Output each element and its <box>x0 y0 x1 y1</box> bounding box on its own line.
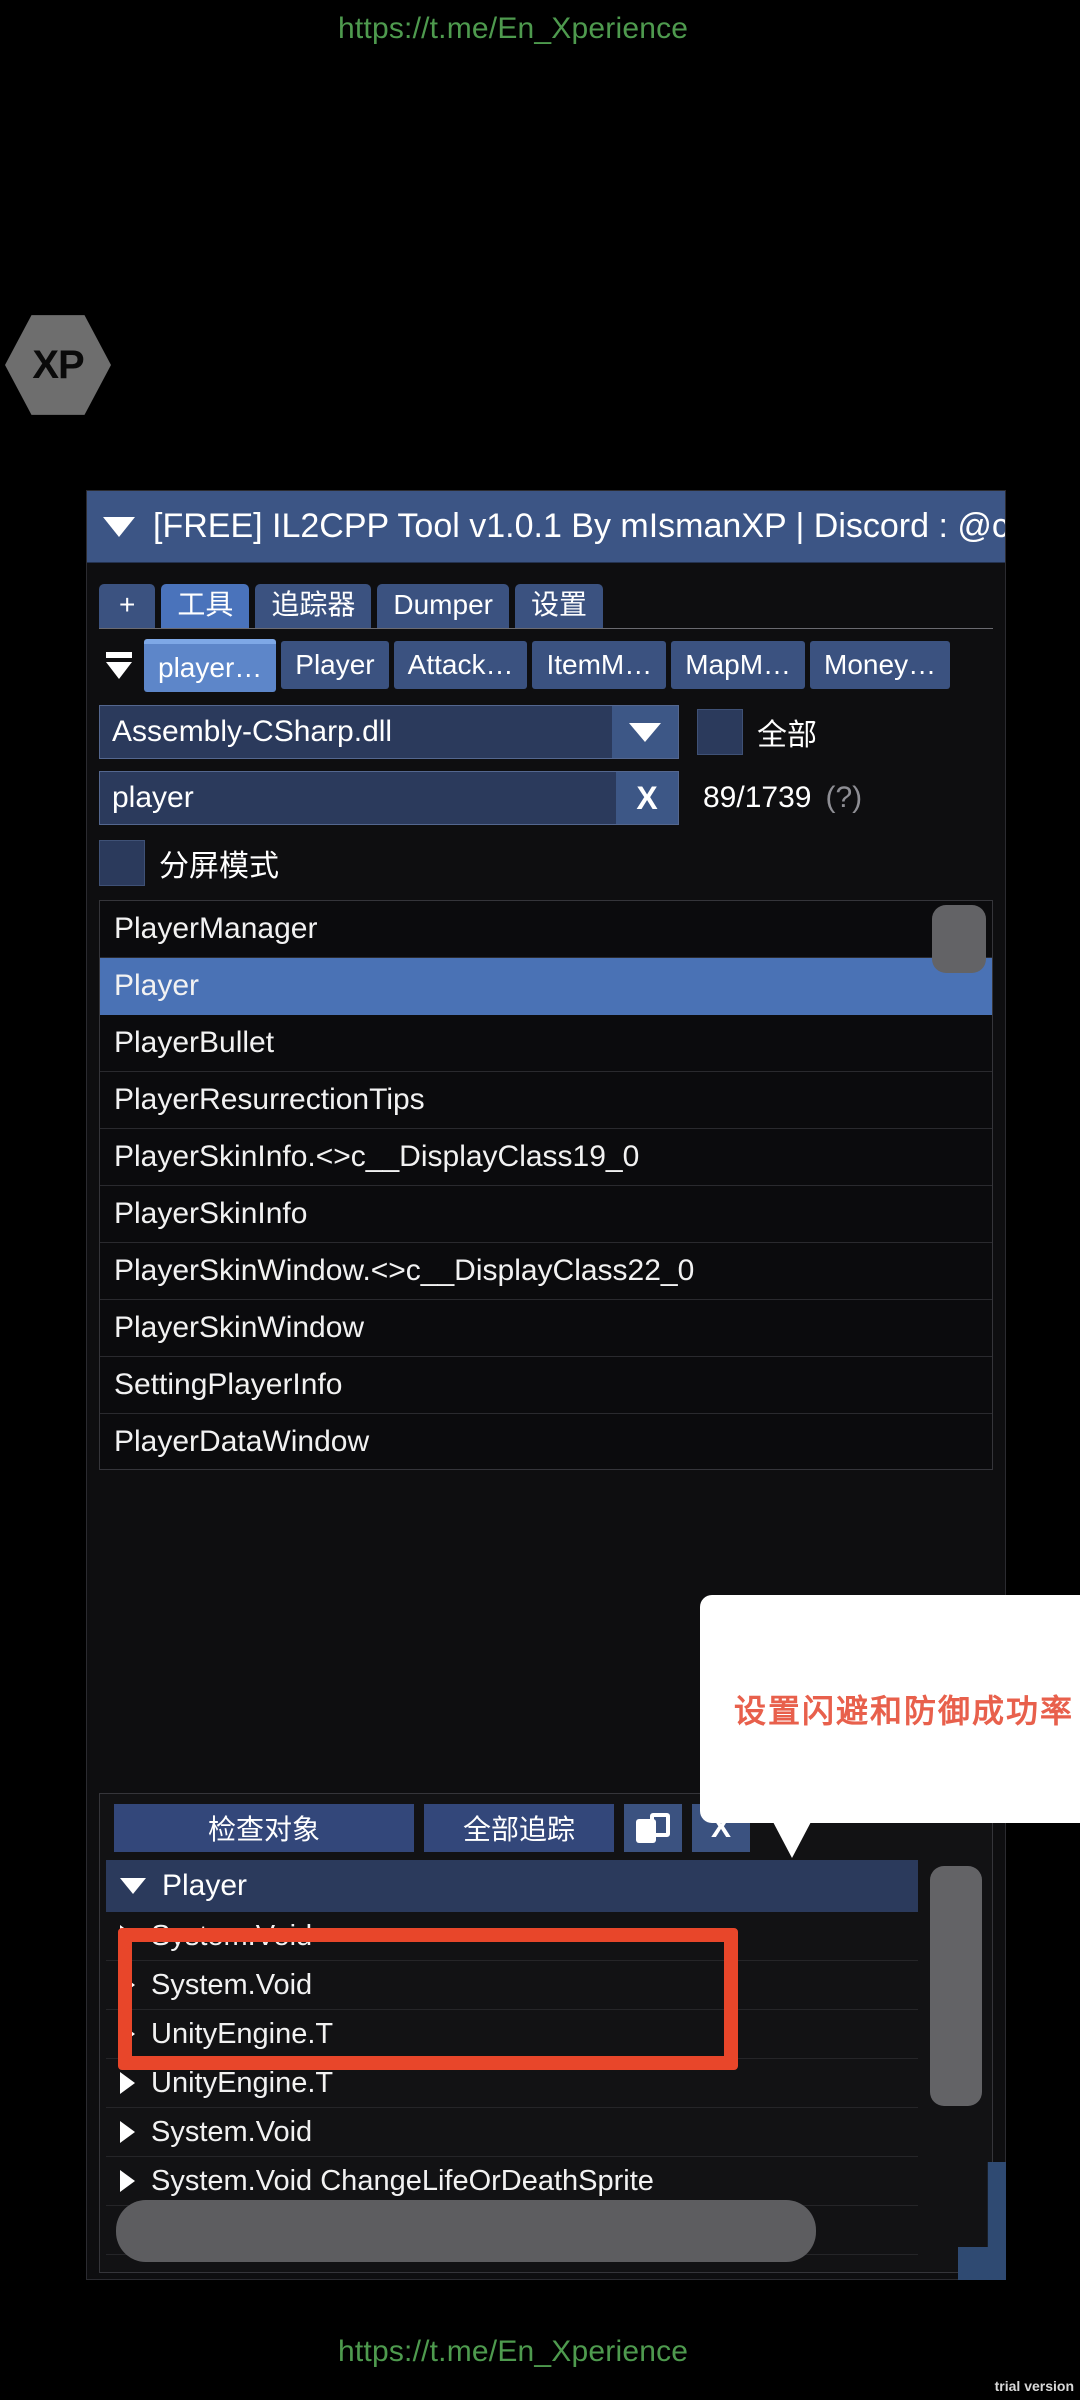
track-all-button[interactable]: 全部追踪 <box>424 1804 614 1852</box>
screen: https://t.me/En_Xperience XP [FREE] IL2C… <box>0 0 1080 2400</box>
toolbar-add-button[interactable]: + <box>99 584 156 628</box>
xp-logo-label: XP <box>32 342 84 387</box>
expand-chevron-right-icon <box>120 2170 135 2192</box>
tab-player-lower[interactable]: player… <box>144 638 277 692</box>
class-list-item[interactable]: PlayerResurrectionTips <box>100 1072 992 1129</box>
class-list-item[interactable]: PlayerSkinWindow.<>c__DisplayClass22_0 <box>100 1243 992 1300</box>
help-icon[interactable]: (?) <box>825 781 862 815</box>
method-list-header[interactable]: Player <box>106 1860 918 1912</box>
all-checkbox[interactable] <box>697 709 743 755</box>
tab-player[interactable]: Player <box>281 641 389 689</box>
method-label: System.Single GetDefenceRate <box>151 2263 560 2267</box>
tooltip-tail <box>772 1820 812 1858</box>
all-checkbox-label: 全部 <box>757 719 817 752</box>
assembly-dropdown-value: Assembly-CSharp.dll <box>112 715 393 748</box>
watermark-bottom: https://t.me/En_Xperience <box>338 2335 689 2368</box>
split-mode-row: 分屏模式 <box>99 838 993 888</box>
floating-xp-button[interactable]: XP <box>5 312 111 418</box>
class-list-scrollbar[interactable] <box>932 905 986 1465</box>
search-result-count: 89/1739 <box>703 781 812 814</box>
expand-chevron-right-icon <box>120 2072 135 2094</box>
method-label: System.Void <box>151 2115 313 2148</box>
tab-itemmanager[interactable]: ItemM… <box>532 641 667 689</box>
window-body: + 工具 追踪器 Dumper 设置 player… Player Attack… <box>87 563 1005 2279</box>
method-label: UnityEngine.T <box>151 2017 334 2050</box>
method-label: System.Void <box>151 1919 313 1952</box>
method-list-item[interactable]: System.Void <box>106 2108 918 2157</box>
tab-mapmanager[interactable]: MapM… <box>671 641 806 689</box>
method-list-item[interactable]: UnityEngine.T <box>106 2059 918 2108</box>
window-resize-handle[interactable] <box>958 2162 1006 2280</box>
toolbar-tools-button[interactable]: 工具 <box>161 584 250 628</box>
class-list-item[interactable]: Player <box>100 958 992 1015</box>
toolbar-settings-button[interactable]: 设置 <box>514 584 603 628</box>
primary-toolbar: + 工具 追踪器 Dumper 设置 <box>99 573 993 629</box>
method-list-item[interactable]: System.Void <box>106 1912 918 1961</box>
class-list-item[interactable]: PlayerSkinWindow <box>100 1300 992 1357</box>
expand-chevron-right-icon <box>120 1974 135 1996</box>
toolbar-dumper-button[interactable]: Dumper <box>377 584 509 628</box>
expand-chevron-right-icon <box>120 2121 135 2143</box>
tooltip-callout: 设置闪避和防御成功率 <box>700 1595 1080 1823</box>
expand-chevron-right-icon <box>120 2023 135 2045</box>
method-list-item[interactable]: UnityEngine.T <box>106 2010 918 2059</box>
method-label: System.Void ChangeLifeOrDeathSprite <box>151 2164 654 2197</box>
method-list-item[interactable]: System.Void <box>106 1961 918 2010</box>
collapse-chevron-down-icon[interactable] <box>103 516 135 537</box>
tab-money[interactable]: Money… <box>810 641 951 689</box>
class-tab-bar: player… Player Attack… ItemM… MapM… Mone… <box>99 636 993 694</box>
expand-chevron-right-icon <box>120 1925 135 1947</box>
class-list-item[interactable]: PlayerSkinInfo <box>100 1186 992 1243</box>
method-label: UnityEngine.T <box>151 2066 334 2099</box>
inspect-object-button[interactable]: 检查对象 <box>114 1804 414 1852</box>
method-label: System.Void <box>151 1968 313 2001</box>
chevron-down-icon[interactable] <box>612 706 678 758</box>
method-list-header-label: Player <box>162 1869 248 1902</box>
tab-attack[interactable]: Attack… <box>393 641 528 689</box>
class-list-item[interactable]: SettingPlayerInfo <box>100 1357 992 1414</box>
clear-search-icon[interactable]: X <box>616 772 678 824</box>
trial-version-label: trial version <box>994 2378 1074 2394</box>
assembly-dropdown[interactable]: Assembly-CSharp.dll <box>99 705 679 759</box>
hexagon-shape: XP <box>5 315 111 415</box>
tab-overflow-chevron-icon[interactable] <box>99 651 139 679</box>
search-input-value: player <box>112 781 194 814</box>
class-list-item[interactable]: PlayerBullet <box>100 1015 992 1072</box>
class-list-scroll-thumb[interactable] <box>932 905 986 973</box>
class-list[interactable]: PlayerManager Player PlayerBullet Player… <box>99 900 993 1470</box>
window-title: [FREE] IL2CPP Tool v1.0.1 By mIsmanXP | … <box>153 507 1005 545</box>
method-list-horizontal-scrollbar[interactable] <box>116 2200 816 2262</box>
expand-chevron-down-icon <box>120 1878 146 1894</box>
il2cpp-tool-window: [FREE] IL2CPP Tool v1.0.1 By mIsmanXP | … <box>86 490 1006 2280</box>
tooltip-text: 设置闪避和防御成功率 <box>733 1692 1074 1730</box>
method-list-scroll-thumb[interactable] <box>930 1866 982 2106</box>
search-row: player X 89/1739 (?) <box>99 770 993 826</box>
class-list-item[interactable]: PlayerManager <box>100 901 992 958</box>
method-list-item[interactable]: System.Void ChangeLifeOrDeathSprite <box>106 2157 918 2206</box>
class-list-item[interactable]: PlayerSkinInfo.<>c__DisplayClass19_0 <box>100 1129 992 1186</box>
watermark-top: https://t.me/En_Xperience <box>338 12 689 45</box>
search-input[interactable]: player X <box>99 771 679 825</box>
class-list-item[interactable]: PlayerDataWindow <box>100 1414 992 1469</box>
copy-icon[interactable] <box>624 1804 682 1852</box>
assembly-row: Assembly-CSharp.dll 全部 <box>99 704 993 760</box>
split-mode-checkbox[interactable] <box>99 840 145 886</box>
method-panel: 检查对象 全部追踪 X Player System.Void System.Vo… <box>99 1793 993 2273</box>
toolbar-tracker-button[interactable]: 追踪器 <box>255 584 372 628</box>
split-mode-label: 分屏模式 <box>159 850 279 883</box>
window-titlebar[interactable]: [FREE] IL2CPP Tool v1.0.1 By mIsmanXP | … <box>87 491 1005 563</box>
